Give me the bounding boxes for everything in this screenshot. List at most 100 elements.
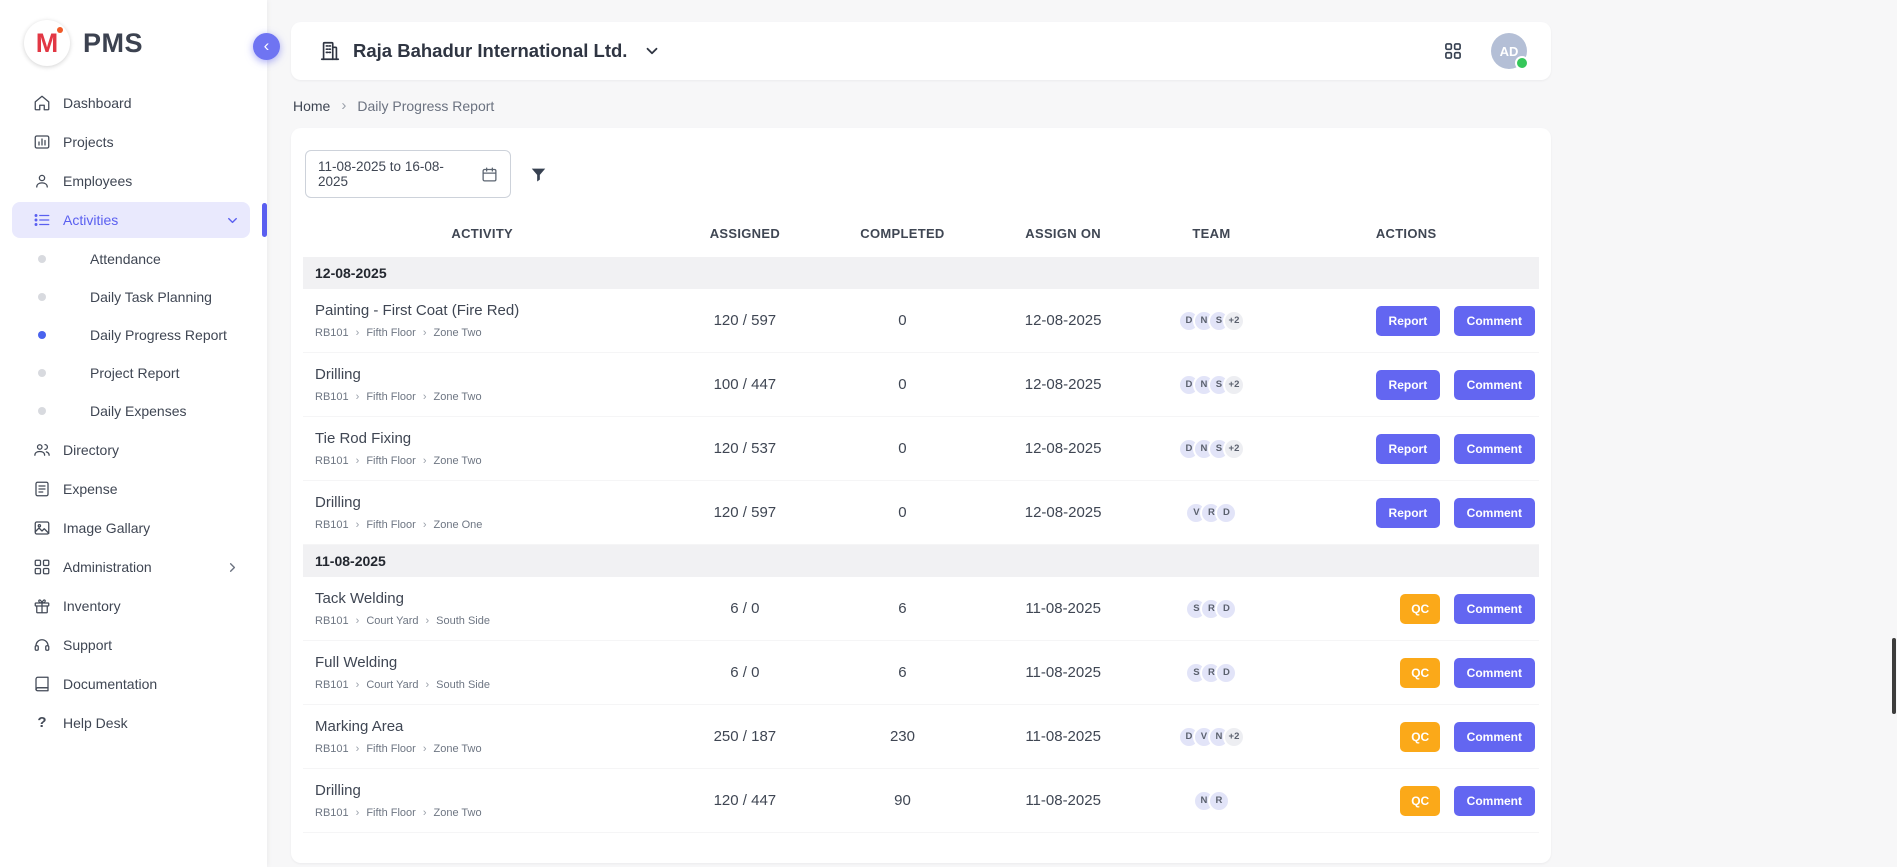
sidebar-item-label: Expense xyxy=(63,481,117,497)
activity-name: Tack Welding xyxy=(315,590,653,607)
team-avatar[interactable]: R xyxy=(1208,790,1230,812)
assigned-value: 120 / 597 xyxy=(661,289,828,353)
sidebar-item-daily-progress-report[interactable]: Daily Progress Report xyxy=(12,317,250,353)
team-avatar[interactable]: D xyxy=(1215,502,1237,524)
assign-on-value: 12-08-2025 xyxy=(977,417,1150,481)
column-header-completed: COMPLETED xyxy=(828,214,976,257)
sidebar-item-activities[interactable]: Activities xyxy=(12,202,250,238)
column-header-team: TEAM xyxy=(1150,214,1274,257)
main-content: Raja Bahadur International Ltd. AD Home … xyxy=(267,0,1897,867)
assign-on-value: 12-08-2025 xyxy=(977,353,1150,417)
sidebar-item-daily-task-planning[interactable]: Daily Task Planning xyxy=(12,279,250,315)
company-selector[interactable]: Raja Bahadur International Ltd. xyxy=(319,40,661,62)
sidebar-item-project-report[interactable]: Project Report xyxy=(12,355,250,391)
headset-icon xyxy=(33,636,51,654)
sidebar-item-projects[interactable]: Projects xyxy=(12,124,250,160)
date-range-value: 11-08-2025 to 16-08-2025 xyxy=(318,159,471,189)
report-button[interactable]: Report xyxy=(1376,498,1441,528)
sidebar-item-label: Projects xyxy=(63,134,114,150)
sidebar-item-label: Directory xyxy=(63,442,119,458)
pms-logo-icon: M xyxy=(24,20,70,66)
qc-button[interactable]: QC xyxy=(1400,594,1440,624)
comment-button[interactable]: Comment xyxy=(1454,786,1535,816)
comment-button[interactable]: Comment xyxy=(1454,594,1535,624)
team-avatar-more[interactable]: +2 xyxy=(1223,438,1245,460)
table-row: Drilling RB101›Fifth Floor›Zone Two 100 … xyxy=(303,353,1539,417)
chevron-right-icon: › xyxy=(423,455,427,467)
sidebar-subitem-label: Daily Task Planning xyxy=(90,289,212,305)
sidebar-item-documentation[interactable]: Documentation xyxy=(12,666,250,702)
team-avatar[interactable]: D xyxy=(1215,662,1237,684)
comment-button[interactable]: Comment xyxy=(1454,658,1535,688)
report-button[interactable]: Report xyxy=(1376,434,1441,464)
sidebar-item-administration[interactable]: Administration xyxy=(12,549,250,585)
grid-icon xyxy=(33,558,51,576)
sidebar-item-image-gallary[interactable]: Image Gallary xyxy=(12,510,250,546)
sidebar-item-expense[interactable]: Expense xyxy=(12,471,250,507)
activity-path: RB101›Fifth Floor›Zone Two xyxy=(315,807,653,819)
column-header-assigned: ASSIGNED xyxy=(661,214,828,257)
report-button[interactable]: Report xyxy=(1376,306,1441,336)
sidebar-collapse-button[interactable]: ‹ xyxy=(253,33,280,60)
bullet-dot-icon xyxy=(38,407,46,415)
team-avatars: D V N +2 xyxy=(1158,726,1266,748)
report-button[interactable]: Report xyxy=(1376,370,1441,400)
calendar-icon xyxy=(481,166,498,183)
apps-grid-icon[interactable] xyxy=(1443,41,1463,61)
qc-button[interactable]: QC xyxy=(1400,722,1440,752)
filter-funnel-icon[interactable] xyxy=(529,165,548,184)
table-row: Tack Welding RB101›Court Yard›South Side… xyxy=(303,577,1539,641)
activity-path: RB101›Fifth Floor›Zone Two xyxy=(315,455,653,467)
user-avatar[interactable]: AD xyxy=(1491,33,1527,69)
breadcrumb-home[interactable]: Home xyxy=(293,98,330,114)
scrollbar-thumb[interactable] xyxy=(1892,638,1896,714)
table-row: Full Welding RB101›Court Yard›South Side… xyxy=(303,641,1539,705)
date-range-input[interactable]: 11-08-2025 to 16-08-2025 xyxy=(305,150,511,198)
assigned-value: 250 / 187 xyxy=(661,705,828,769)
sidebar-item-dashboard[interactable]: Dashboard xyxy=(12,85,250,121)
qc-button[interactable]: QC xyxy=(1400,658,1440,688)
completed-value: 90 xyxy=(828,769,976,833)
comment-button[interactable]: Comment xyxy=(1454,370,1535,400)
bullet-dot-icon xyxy=(38,369,46,377)
chevron-right-icon: › xyxy=(356,615,360,627)
home-icon xyxy=(33,94,51,112)
question-mark-icon: ? xyxy=(33,714,51,731)
sidebar-item-support[interactable]: Support xyxy=(12,627,250,663)
sidebar-item-inventory[interactable]: Inventory xyxy=(12,588,250,624)
sidebar-item-daily-expenses[interactable]: Daily Expenses xyxy=(12,393,250,429)
column-header-assign-on: ASSIGN ON xyxy=(977,214,1150,257)
sidebar-item-label: Dashboard xyxy=(63,95,132,111)
assign-on-value: 12-08-2025 xyxy=(977,481,1150,545)
sidebar-item-attendance[interactable]: Attendance xyxy=(12,241,250,277)
team-avatar-more[interactable]: +2 xyxy=(1223,310,1245,332)
gift-box-icon xyxy=(33,597,51,615)
team-avatar[interactable]: D xyxy=(1215,598,1237,620)
activity-name: Drilling xyxy=(315,494,653,511)
sidebar-item-help-desk[interactable]: ? Help Desk xyxy=(12,705,250,740)
comment-button[interactable]: Comment xyxy=(1454,434,1535,464)
bullet-dot-icon xyxy=(38,331,46,339)
team-avatar-more[interactable]: +2 xyxy=(1223,374,1245,396)
comment-button[interactable]: Comment xyxy=(1454,722,1535,752)
sidebar-item-employees[interactable]: Employees xyxy=(12,163,250,199)
comment-button[interactable]: Comment xyxy=(1454,306,1535,336)
breadcrumb: Home › Daily Progress Report xyxy=(291,80,1551,128)
qc-button[interactable]: QC xyxy=(1400,786,1440,816)
completed-value: 0 xyxy=(828,289,976,353)
scrollbar[interactable] xyxy=(1891,0,1897,867)
activity-name: Tie Rod Fixing xyxy=(315,430,653,447)
chevron-right-icon: › xyxy=(341,97,346,114)
progress-report-table: ACTIVITY ASSIGNED COMPLETED ASSIGN ON TE… xyxy=(303,214,1539,833)
chevron-right-icon xyxy=(225,560,240,575)
sidebar-item-label: Support xyxy=(63,637,112,653)
comment-button[interactable]: Comment xyxy=(1454,498,1535,528)
sidebar-item-label: Image Gallary xyxy=(63,520,150,536)
filter-row: 11-08-2025 to 16-08-2025 xyxy=(303,144,1539,202)
team-avatar-more[interactable]: +2 xyxy=(1223,726,1245,748)
table-row: Marking Area RB101›Fifth Floor›Zone Two … xyxy=(303,705,1539,769)
sidebar-item-directory[interactable]: Directory xyxy=(12,432,250,468)
chevron-right-icon: › xyxy=(423,327,427,339)
team-avatars: S R D xyxy=(1158,662,1266,684)
report-card: 11-08-2025 to 16-08-2025 ACTIVITY ASSIGN… xyxy=(291,128,1551,863)
